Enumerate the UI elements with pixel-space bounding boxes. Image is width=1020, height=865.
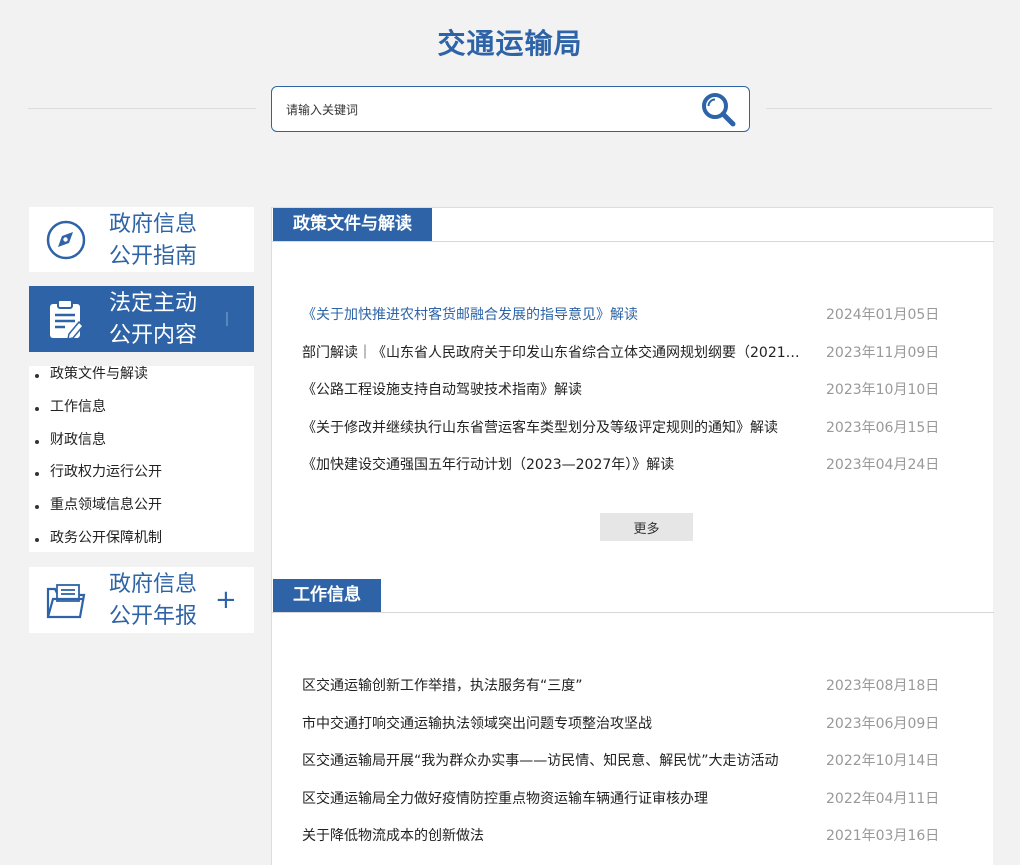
search-divider-left <box>28 108 256 109</box>
news-date: 2023年10月10日 <box>826 382 940 398</box>
news-row[interactable]: 关于降低物流成本的创新做法 2021年03月16日 <box>302 826 970 846</box>
news-date: 2023年06月09日 <box>826 716 940 732</box>
news-date: 2023年04月24日 <box>826 457 940 473</box>
news-date: 2023年11月09日 <box>826 345 940 361</box>
page-title: 交通运输局 <box>437 27 583 60</box>
compass-icon <box>45 219 87 261</box>
section-tab-work[interactable]: 工作信息 <box>273 579 381 612</box>
news-row[interactable]: 部门解读｜《山东省人民政府关于印发山东省综合立体交通网规划纲要（2021—203… <box>302 343 970 363</box>
sidebar-submenu: 政策文件与解读 工作信息 财政信息 行政权力运行公开 重点领域信息公开 政务公开… <box>29 366 254 552</box>
news-date: 2023年08月18日 <box>826 678 940 694</box>
section-header-policy: 政策文件与解读 <box>272 208 994 242</box>
news-title[interactable]: 市中交通打响交通运输执法领域突出问题专项整治攻坚战 <box>302 714 802 734</box>
submenu-item-finance[interactable]: 财政信息 <box>29 432 254 465</box>
submenu-item-key-areas[interactable]: 重点领域信息公开 <box>29 497 254 530</box>
news-title[interactable]: 部门解读｜《山东省人民政府关于印发山东省综合立体交通网规划纲要（2021—203… <box>302 343 802 363</box>
main-panel: 政策文件与解读 《关于加快推进农村客货邮融合发展的指导意见》解读 2024年01… <box>271 207 994 865</box>
news-title[interactable]: 《公路工程设施支持自动驾驶技术指南》解读 <box>302 380 802 400</box>
news-title[interactable]: 《加快建设交通强国五年行动计划（2023—2027年）》解读 <box>302 455 802 475</box>
news-row[interactable]: 区交通运输创新工作举措，执法服务有“三度” 2023年08月18日 <box>302 676 970 696</box>
section-header-work: 工作信息 <box>272 579 994 613</box>
news-row[interactable]: 市中交通打响交通运输执法领域突出问题专项整治攻坚战 2023年06月09日 <box>302 714 970 734</box>
submenu-item-admin-power[interactable]: 行政权力运行公开 <box>29 464 254 497</box>
news-title[interactable]: 《关于修改并继续执行山东省营运客车类型划分及等级评定规则的通知》解读 <box>302 418 802 438</box>
news-date: 2024年01月05日 <box>826 307 940 323</box>
news-row[interactable]: 区交通运输局开展“我为群众办实事——访民情、知民意、解民忧”大走访活动 2022… <box>302 751 970 771</box>
news-row[interactable]: 区交通运输局全力做好疫情防控重点物资运输车辆通行证审核办理 2022年04月11… <box>302 789 970 809</box>
sidebar-item-label: 政府信息 公开指南 <box>109 212 198 269</box>
news-row[interactable]: 《公路工程设施支持自动驾驶技术指南》解读 2023年10月10日 <box>302 380 970 400</box>
news-date: 2022年04月11日 <box>826 791 940 807</box>
sidebar-item-label: 法定主动 公开内容 <box>109 291 198 348</box>
news-date: 2022年10月14日 <box>826 753 940 769</box>
search-icon[interactable] <box>700 91 738 129</box>
clipboard-icon <box>45 298 87 340</box>
sidebar-item-annual-report[interactable]: 政府信息 公开年报 + <box>29 567 254 633</box>
more-button[interactable]: 更多 <box>600 513 693 541</box>
sidebar-item-mandatory-content[interactable]: 法定主动 公开内容 <box>29 286 254 352</box>
search-box <box>271 86 750 132</box>
sidebar-item-guide[interactable]: 政府信息 公开指南 <box>29 207 254 272</box>
news-date: 2023年06月15日 <box>826 420 940 436</box>
news-title[interactable]: 区交通运输局开展“我为群众办实事——访民情、知民意、解民忧”大走访活动 <box>302 751 802 771</box>
news-title[interactable]: 区交通运输创新工作举措，执法服务有“三度” <box>302 676 802 696</box>
news-row[interactable]: 《关于修改并继续执行山东省营运客车类型划分及等级评定规则的通知》解读 2023年… <box>302 418 970 438</box>
submenu-item-safeguard[interactable]: 政务公开保障机制 <box>29 530 254 563</box>
section-tab-policy[interactable]: 政策文件与解读 <box>273 208 432 241</box>
submenu-item-work[interactable]: 工作信息 <box>29 399 254 432</box>
active-indicator <box>226 312 228 326</box>
news-date: 2021年03月16日 <box>826 828 940 844</box>
search-divider-right <box>766 108 992 109</box>
news-title[interactable]: 关于降低物流成本的创新做法 <box>302 826 802 846</box>
plus-icon[interactable]: + <box>215 587 237 613</box>
sidebar-item-label: 政府信息 公开年报 <box>109 572 198 629</box>
news-row[interactable]: 《加快建设交通强国五年行动计划（2023—2027年）》解读 2023年04月2… <box>302 455 970 475</box>
news-row[interactable]: 《关于加快推进农村客货邮融合发展的指导意见》解读 2024年01月05日 <box>302 305 970 325</box>
submenu-item-policy[interactable]: 政策文件与解读 <box>29 366 254 399</box>
news-title[interactable]: 《关于加快推进农村客货邮融合发展的指导意见》解读 <box>302 305 802 325</box>
search-input[interactable] <box>286 99 686 121</box>
folder-icon <box>45 579 87 621</box>
news-title[interactable]: 区交通运输局全力做好疫情防控重点物资运输车辆通行证审核办理 <box>302 789 802 809</box>
